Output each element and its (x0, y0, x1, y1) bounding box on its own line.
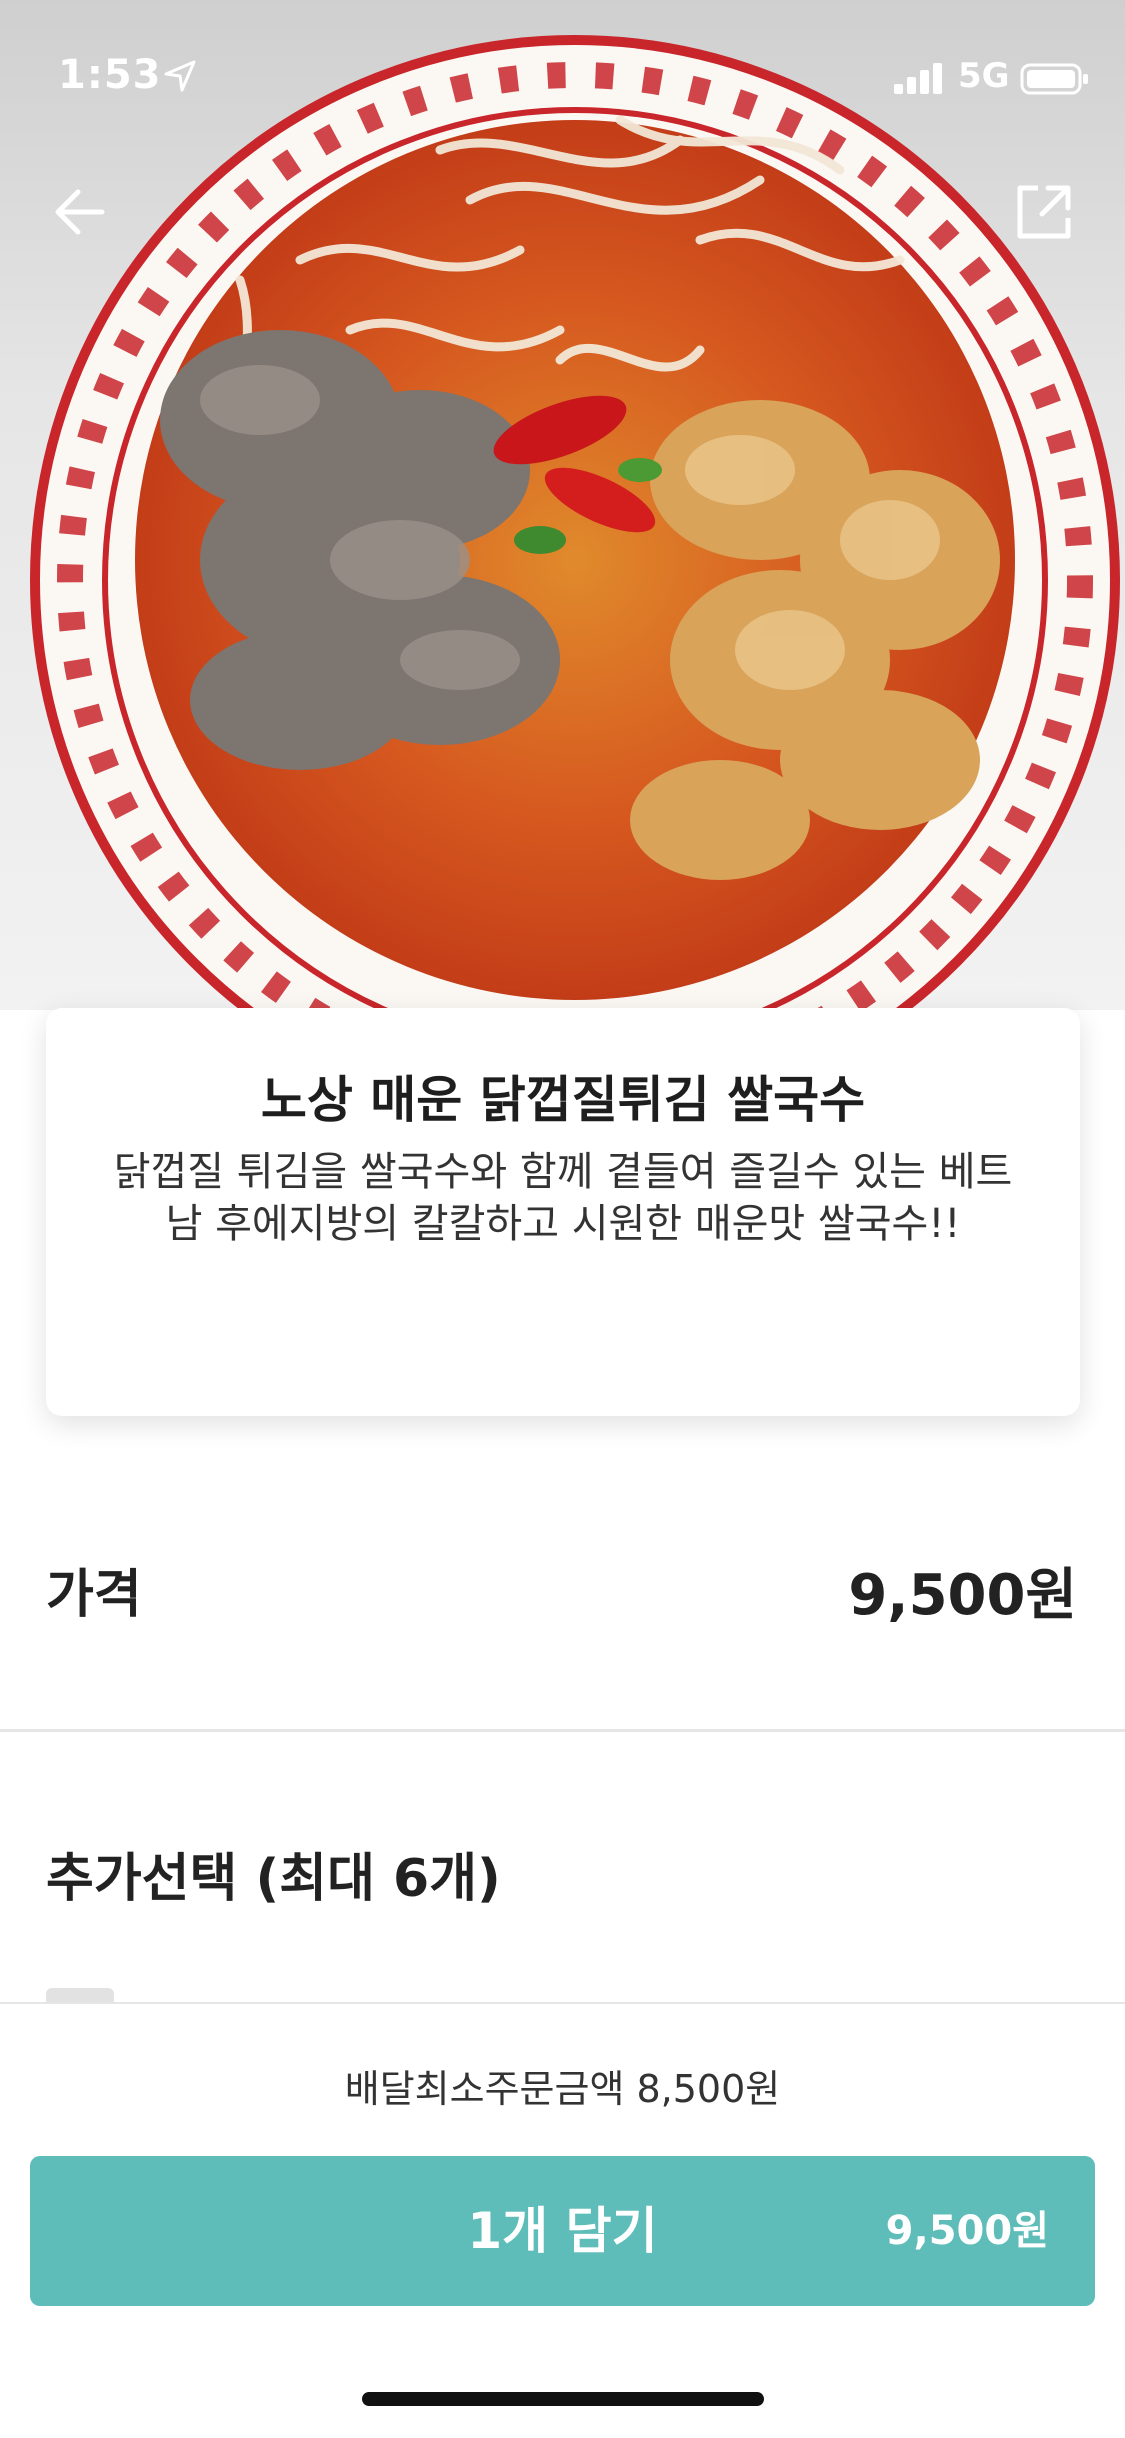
add-to-cart-button[interactable]: 1개 담기 9,500원 (30, 2156, 1095, 2306)
back-button[interactable] (44, 176, 116, 248)
noodle-bowl-illustration (30, 35, 1120, 1010)
share-button[interactable] (1008, 176, 1080, 248)
back-arrow-icon (55, 189, 105, 235)
bottom-order-panel: 배달최소주문금액 8,500원 1개 담기 9,500원 (0, 2002, 1125, 2438)
status-time: 1:53 (58, 52, 162, 98)
menu-title: 노상 매운 닭껍질튀김 쌀국수 (260, 1071, 866, 1129)
minimum-order-amount: 배달최소주문금액 8,500원 (344, 2067, 781, 2111)
price-value: 9,500원 (848, 1563, 1077, 1628)
price-row: 가격 9,500원 (0, 1510, 1125, 1660)
option-checkbox[interactable] (46, 1988, 114, 2002)
share-icon (1017, 185, 1071, 239)
battery-icon (1020, 63, 1088, 95)
home-indicator (362, 2392, 764, 2406)
status-bar: 1:53 5G (0, 0, 1125, 132)
hero-food-image (0, 0, 1125, 1010)
section-divider (0, 1729, 1125, 1732)
menu-info-card: 노상 매운 닭껍질튀김 쌀국수 닭껍질 튀김을 쌀국수와 함께 곁들여 즐길수 … (46, 1008, 1080, 1416)
add-to-cart-price: 9,500원 (885, 2208, 1049, 2254)
menu-description: 닭껍질 튀김을 쌀국수와 함께 곁들여 즐길수 있는 베트남 후에지방의 칼칼하… (113, 1149, 1013, 1247)
options-section-title: 추가선택 (최대 6개) (46, 1849, 501, 1909)
price-label: 가격 (46, 1565, 142, 1625)
status-network: 5G (958, 56, 1010, 96)
signal-bars-icon (894, 63, 942, 94)
location-arrow-icon (164, 60, 196, 92)
